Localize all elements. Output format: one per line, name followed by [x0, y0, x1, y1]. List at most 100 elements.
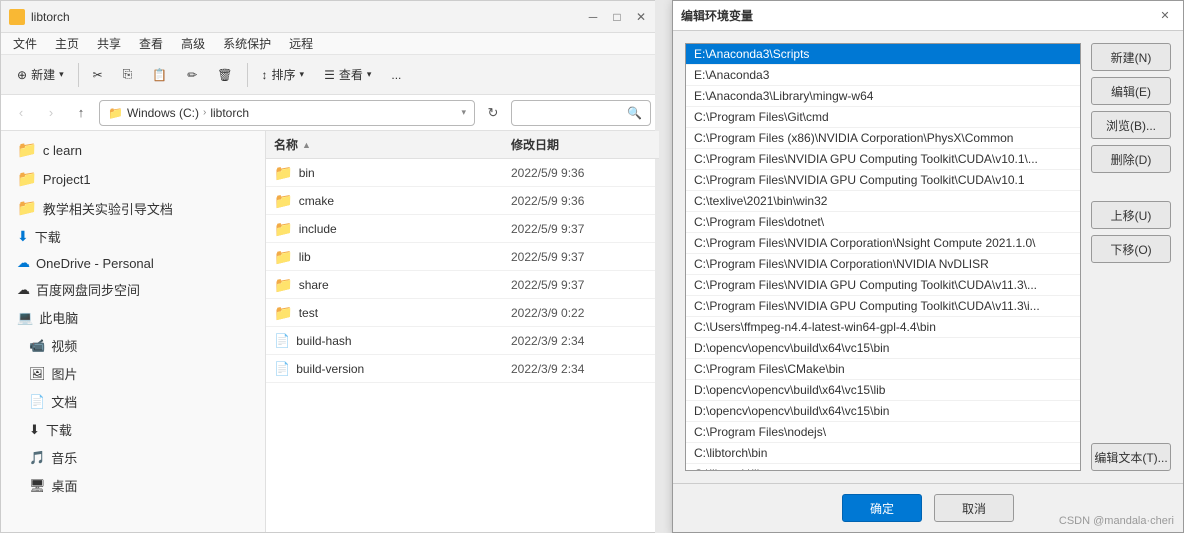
file-item-include[interactable]: 📁 include 2022/5/9 9:37 — [266, 215, 659, 243]
edit-text-button[interactable]: 编辑文本(T)... — [1091, 443, 1171, 471]
file-date: 2022/3/9 0:22 — [511, 306, 651, 320]
file-item-test[interactable]: 📁 test 2022/3/9 0:22 — [266, 299, 659, 327]
sidebar-item-onedrive[interactable]: ☁ OneDrive - Personal — [5, 251, 261, 275]
new-button[interactable]: ⊕ 新建 ▾ — [9, 62, 72, 87]
address-input[interactable]: 📁 Windows (C:) › libtorch ▾ — [99, 100, 475, 126]
sort-button[interactable]: ↕ 排序 ▾ — [254, 62, 313, 87]
toolbar-separator-2 — [247, 63, 248, 87]
browse-env-button[interactable]: 浏览(B)... — [1091, 111, 1171, 139]
forward-button[interactable]: › — [39, 101, 63, 125]
rename-button[interactable]: ✏ — [179, 64, 205, 86]
env-list-item[interactable]: C:\Program Files\nodejs\ — [686, 422, 1080, 443]
sidebar-item-download1[interactable]: ⬇ 下载 — [5, 223, 261, 250]
edit-env-button[interactable]: 编辑(E) — [1091, 77, 1171, 105]
env-list-item[interactable]: C:\Program Files\NVIDIA Corporation\Nsig… — [686, 233, 1080, 254]
file-name: share — [299, 278, 511, 292]
more-button[interactable]: ... — [383, 64, 409, 86]
back-button[interactable]: ‹ — [9, 101, 33, 125]
ok-button[interactable]: 确定 — [842, 494, 922, 522]
env-list-item[interactable]: E:\Anaconda3 — [686, 65, 1080, 86]
folder-icon: 📁 — [17, 198, 37, 218]
search-icon: 🔍 — [627, 106, 642, 120]
sidebar-item-thispc[interactable]: 💻 此电脑 — [5, 304, 261, 331]
menu-sysprotect[interactable]: 系统保护 — [215, 33, 279, 54]
sidebar-item-desktop[interactable]: 🖥 桌面 — [5, 472, 261, 499]
file-date: 2022/5/9 9:37 — [511, 250, 651, 264]
menu-file[interactable]: 文件 — [5, 33, 45, 54]
env-list-item[interactable]: C:\Program Files\Git\cmd — [686, 107, 1080, 128]
sidebar-item-video[interactable]: 📹 视频 — [5, 332, 261, 359]
minimize-button[interactable]: ─ — [583, 7, 603, 27]
refresh-button[interactable]: ↻ — [481, 101, 505, 125]
file-type-icon: 📁 — [274, 276, 293, 294]
view-button[interactable]: ☰ 查看 ▾ — [316, 62, 379, 87]
breadcrumb-part1[interactable]: Windows (C:) — [127, 106, 199, 120]
up-button[interactable]: ↑ — [69, 101, 93, 125]
dialog-close-button[interactable]: ✕ — [1155, 6, 1175, 26]
maximize-button[interactable]: □ — [607, 7, 627, 27]
rename-icon: ✏ — [187, 68, 197, 82]
breadcrumb-part2[interactable]: libtorch — [210, 106, 249, 120]
env-list-item[interactable]: C:\Program Files\NVIDIA GPU Computing To… — [686, 275, 1080, 296]
sidebar-item-image[interactable]: 🖼 图片 — [5, 360, 261, 387]
env-list-item[interactable]: C:\texlive\2021\bin\win32 — [686, 191, 1080, 212]
file-items-container: 📁 bin 2022/5/9 9:36 📁 cmake 2022/5/9 9:3… — [266, 159, 659, 383]
pc-icon: 💻 — [17, 310, 33, 326]
cut-icon: ✂ — [93, 68, 103, 82]
video-icon: 📹 — [29, 338, 45, 354]
env-list-item[interactable]: C:\Program Files\NVIDIA GPU Computing To… — [686, 296, 1080, 317]
explorer-icon — [9, 9, 25, 25]
delete-env-button[interactable]: 删除(D) — [1091, 145, 1171, 173]
delete-icon: 🗑 — [217, 68, 232, 82]
file-item-build-version[interactable]: 📄 build-version 2022/3/9 2:34 — [266, 355, 659, 383]
env-list-item[interactable]: E:\Anaconda3\Library\mingw-w64 — [686, 86, 1080, 107]
sidebar-item-music[interactable]: 🎵 音乐 — [5, 444, 261, 471]
paste-button[interactable]: 📋 — [144, 64, 175, 86]
file-item-bin[interactable]: 📁 bin 2022/5/9 9:36 — [266, 159, 659, 187]
env-list-item[interactable]: C:\Users\ffmpeg-n4.4-latest-win64-gpl-4.… — [686, 317, 1080, 338]
move-down-button[interactable]: 下移(O) — [1091, 235, 1171, 263]
sidebar-item-download2[interactable]: ⬇ 下载 — [5, 416, 261, 443]
env-list-item[interactable]: C:\Program Files\dotnet\ — [686, 212, 1080, 233]
address-dropdown-icon[interactable]: ▾ — [461, 107, 466, 118]
sidebar-item-clearn[interactable]: 📁 c learn — [5, 136, 261, 164]
title-bar-left: libtorch — [9, 9, 70, 25]
close-button[interactable]: ✕ — [631, 7, 651, 27]
env-list-item[interactable]: C:\libtorch\lib — [686, 464, 1080, 471]
env-list-item[interactable]: D:\opencv\opencv\build\x64\vc15\bin — [686, 338, 1080, 359]
env-list-item[interactable]: C:\Program Files\NVIDIA GPU Computing To… — [686, 170, 1080, 191]
env-list-item[interactable]: E:\Anaconda3\Scripts — [686, 44, 1080, 65]
menu-share[interactable]: 共享 — [89, 33, 129, 54]
file-item-cmake[interactable]: 📁 cmake 2022/5/9 9:36 — [266, 187, 659, 215]
file-item-share[interactable]: 📁 share 2022/5/9 9:37 — [266, 271, 659, 299]
new-env-button[interactable]: 新建(N) — [1091, 43, 1171, 71]
move-up-button[interactable]: 上移(U) — [1091, 201, 1171, 229]
env-list-item[interactable]: C:\Program Files\NVIDIA GPU Computing To… — [686, 149, 1080, 170]
cut-button[interactable]: ✂ — [85, 64, 111, 86]
copy-button[interactable]: ⎘ — [115, 63, 141, 86]
env-list-item[interactable]: C:\libtorch\bin — [686, 443, 1080, 464]
sidebar-item-project1[interactable]: 📁 Project1 — [5, 165, 261, 193]
file-item-lib[interactable]: 📁 lib 2022/5/9 9:37 — [266, 243, 659, 271]
delete-button[interactable]: 🗑 — [209, 64, 240, 86]
menu-remote[interactable]: 远程 — [281, 33, 321, 54]
env-list-item[interactable]: C:\Program Files\CMake\bin — [686, 359, 1080, 380]
file-item-build-hash[interactable]: 📄 build-hash 2022/3/9 2:34 — [266, 327, 659, 355]
menu-home[interactable]: 主页 — [47, 33, 87, 54]
menu-view[interactable]: 查看 — [131, 33, 171, 54]
sidebar-item-teaching[interactable]: 📁 教学相关实验引导文档 — [5, 194, 261, 222]
col-name-header: 名称 ▲ — [274, 136, 511, 153]
env-list-item[interactable]: C:\Program Files\NVIDIA Corporation\NVID… — [686, 254, 1080, 275]
search-box[interactable]: 🔍 — [511, 100, 651, 126]
cancel-button[interactable]: 取消 — [934, 494, 1014, 522]
file-list: 名称 ▲ 修改日期 📁 bin 2022/5/9 9:36 📁 cmake 20… — [266, 131, 659, 532]
menu-advanced[interactable]: 高级 — [173, 33, 213, 54]
sidebar-item-docs[interactable]: 📄 文档 — [5, 388, 261, 415]
sidebar-item-baidu[interactable]: ☁ 百度网盘同步空间 — [5, 276, 261, 303]
env-list-item[interactable]: D:\opencv\opencv\build\x64\vc15\bin — [686, 401, 1080, 422]
new-dropdown-icon: ▾ — [59, 69, 64, 80]
env-dialog: 编辑环境变量 ✕ E:\Anaconda3\ScriptsE:\Anaconda… — [672, 0, 1184, 533]
env-list-item[interactable]: C:\Program Files (x86)\NVIDIA Corporatio… — [686, 128, 1080, 149]
file-date: 2022/3/9 2:34 — [511, 362, 651, 376]
env-list-item[interactable]: D:\opencv\opencv\build\x64\vc15\lib — [686, 380, 1080, 401]
